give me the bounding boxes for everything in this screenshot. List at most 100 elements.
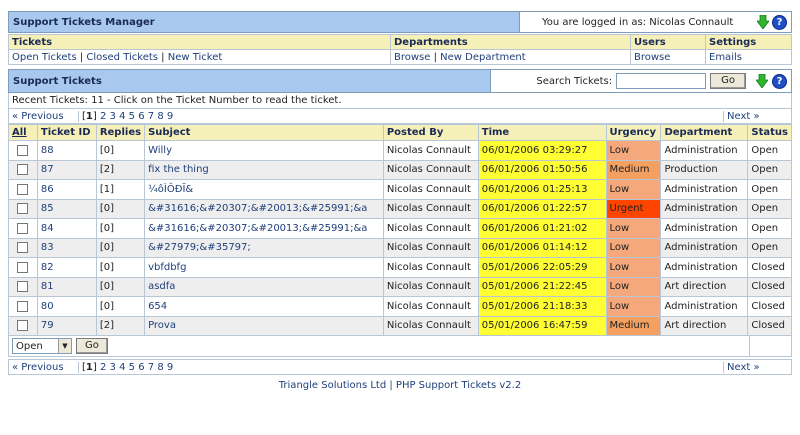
link-browse-users[interactable]: Browse: [634, 52, 670, 63]
col-urgency: Urgency: [605, 124, 662, 141]
page-link[interactable]: 5: [129, 111, 135, 122]
page-link[interactable]: 7: [148, 362, 154, 373]
menu-heading-departments: Departments: [390, 34, 631, 50]
page-link[interactable]: 8: [157, 362, 163, 373]
ticket-subject[interactable]: ¼ôÌÔĐĪ&: [144, 179, 384, 200]
row-checkbox[interactable]: [17, 320, 29, 331]
row-checkbox[interactable]: [17, 164, 29, 175]
table-row: 86 [1] ¼ôÌÔĐĪ& Nicolas Connault 06/01/2006 0…: [8, 179, 792, 200]
ticket-time: 06/01/2006 01:14:12: [477, 237, 607, 258]
ticket-id[interactable]: 88: [36, 140, 97, 161]
top-header: Support Tickets Manager You are logged i…: [8, 11, 792, 33]
link-open-tickets[interactable]: Open Tickets: [12, 52, 77, 63]
table-row: 87 [2] fix the thing Nicolas Connault 06/01/…: [8, 159, 792, 180]
help-icon[interactable]: ?: [772, 14, 787, 30]
row-checkbox[interactable]: [17, 300, 29, 312]
status-select[interactable]: Open ▼: [12, 338, 72, 354]
row-checkbox-cell: [8, 276, 38, 297]
page-link[interactable]: 4: [119, 362, 125, 373]
ticket-replies: [0]: [95, 140, 146, 161]
help-icon-2[interactable]: ?: [772, 73, 787, 89]
ticket-subject[interactable]: Prova: [144, 315, 384, 336]
ticket-urgency: Low: [605, 218, 662, 239]
menu-departments-links: Browse | New Department: [390, 49, 631, 65]
ticket-time: 06/01/2006 01:50:56: [477, 159, 607, 180]
pager-previous[interactable]: « Previous: [9, 111, 78, 122]
bulk-go-button[interactable]: Go: [76, 338, 108, 354]
table-row: 80 [0] 654 Nicolas Connault 05/01/2006 21:18…: [8, 296, 792, 317]
ticket-subject[interactable]: &#31616;&#20307;&#20013;&#25991;&a: [144, 218, 384, 239]
ticket-id[interactable]: 85: [36, 198, 97, 219]
ticket-posted-by: Nicolas Connault: [382, 315, 479, 336]
ticket-subject[interactable]: asdfa: [144, 276, 384, 297]
row-checkbox[interactable]: [17, 281, 29, 292]
page-link[interactable]: 9: [167, 362, 173, 373]
pager-next-bottom[interactable]: Next »: [723, 361, 791, 373]
ticket-subject[interactable]: vbfdbfg: [144, 257, 384, 278]
row-checkbox[interactable]: [17, 222, 29, 234]
ticket-status: Closed: [747, 276, 792, 297]
row-checkbox-cell: [8, 159, 38, 180]
page-link[interactable]: 3: [110, 362, 116, 373]
ticket-id[interactable]: 84: [36, 218, 97, 239]
download-arrow-icon[interactable]: [756, 14, 770, 30]
table-row: 79 [2] Prova Nicolas Connault 05/01/2006 16:…: [8, 315, 792, 336]
link-emails[interactable]: Emails: [709, 52, 742, 63]
link-closed-tickets[interactable]: Closed Tickets: [86, 52, 158, 63]
ticket-subject[interactable]: Willy: [144, 140, 384, 161]
ticket-department: Administration: [660, 198, 749, 219]
ticket-subject[interactable]: &#31616;&#20307;&#20013;&#25991;&a: [144, 198, 384, 219]
ticket-time: 05/01/2006 16:47:59: [477, 315, 607, 336]
search-go-button[interactable]: Go: [710, 73, 746, 89]
row-checkbox[interactable]: [17, 242, 29, 253]
link-new-department[interactable]: New Department: [440, 52, 526, 63]
table-header-row: All Ticket ID Replies Subject Posted By …: [8, 124, 792, 141]
link-new-ticket[interactable]: New Ticket: [168, 52, 223, 63]
ticket-replies: [0]: [95, 237, 146, 258]
table-row: 83 [0] &#27979;&#35797; Nicolas Connault 06/…: [8, 237, 792, 258]
ticket-id[interactable]: 86: [36, 179, 97, 200]
ticket-id[interactable]: 80: [36, 296, 97, 317]
download-arrow-icon-2[interactable]: [755, 73, 769, 89]
col-replies: Replies: [95, 124, 146, 141]
page-link[interactable]: 6: [138, 111, 144, 122]
row-checkbox[interactable]: [17, 183, 29, 195]
ticket-subject[interactable]: &#27979;&#35797;: [144, 237, 384, 258]
main-menu: Tickets Departments Users Settings Open …: [8, 34, 792, 65]
ticket-time: 06/01/2006 03:29:27: [477, 140, 607, 161]
chevron-down-icon[interactable]: ▼: [58, 339, 71, 353]
ticket-id[interactable]: 82: [36, 257, 97, 278]
ticket-id[interactable]: 81: [36, 276, 97, 297]
page-link[interactable]: 7: [148, 111, 154, 122]
page-link[interactable]: 6: [138, 362, 144, 373]
ticket-subject[interactable]: 654: [144, 296, 384, 317]
ticket-id[interactable]: 79: [36, 315, 97, 336]
ticket-department: Administration: [660, 218, 749, 239]
page-link[interactable]: 3: [110, 111, 116, 122]
pager-previous-bottom[interactable]: « Previous: [9, 362, 78, 373]
search-input[interactable]: [616, 73, 707, 89]
page-link[interactable]: 5: [129, 362, 135, 373]
col-department: Department: [660, 124, 749, 141]
pager-next[interactable]: Next »: [723, 110, 791, 122]
link-browse-departments[interactable]: Browse: [394, 52, 430, 63]
ticket-subject[interactable]: fix the thing: [144, 159, 384, 180]
page-link[interactable]: 2: [100, 362, 106, 373]
ticket-posted-by: Nicolas Connault: [382, 276, 479, 297]
col-all[interactable]: All: [8, 124, 38, 141]
row-checkbox[interactable]: [17, 261, 29, 273]
ticket-id[interactable]: 87: [36, 159, 97, 180]
row-checkbox[interactable]: [17, 203, 29, 214]
page-link[interactable]: 8: [157, 111, 163, 122]
ticket-id[interactable]: 83: [36, 237, 97, 258]
page-current: 1: [85, 110, 93, 122]
footer: Triangle Solutions Ltd | PHP Support Tic…: [278, 380, 522, 391]
menu-heading-users: Users: [630, 34, 706, 50]
page-link[interactable]: 4: [119, 111, 125, 122]
page-link[interactable]: 2: [100, 111, 106, 122]
ticket-posted-by: Nicolas Connault: [382, 179, 479, 200]
ticket-replies: [0]: [95, 276, 146, 297]
page-link[interactable]: 9: [167, 111, 173, 122]
bulk-actions: Open ▼ Go: [8, 336, 792, 357]
row-checkbox[interactable]: [17, 144, 29, 156]
